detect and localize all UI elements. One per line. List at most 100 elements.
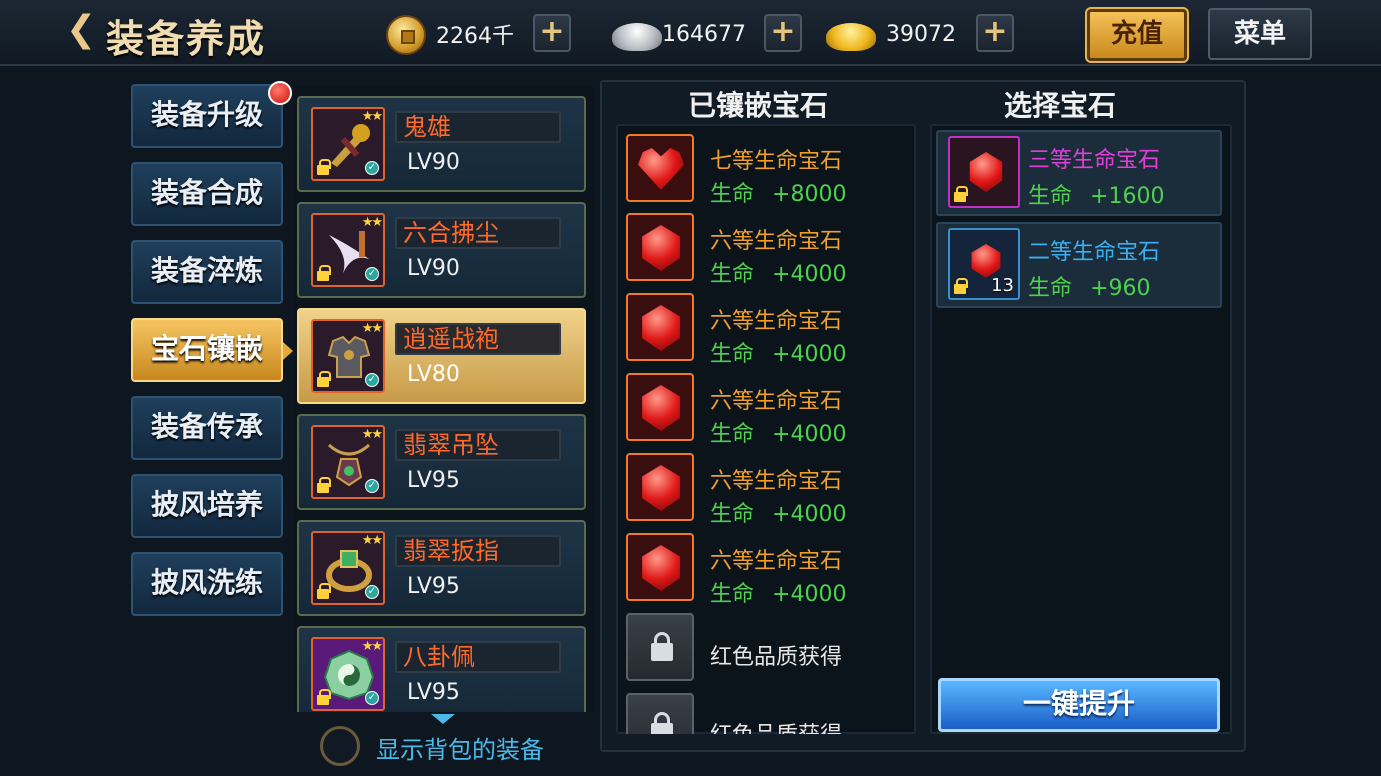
equipment-card[interactable]: ★★ ✓ 鬼雄 LV90	[297, 96, 586, 192]
lock-icon	[651, 632, 673, 661]
select-gem-title: 选择宝石	[1004, 89, 1117, 122]
equipment-card-selected[interactable]: ★★ ✓ 逍遥战袍 LV80	[297, 308, 586, 404]
tab-cape-reroll[interactable]: 披风洗练	[131, 552, 283, 616]
show-bag-checkbox[interactable]	[320, 726, 360, 766]
tab-cape-train[interactable]: 披风培养	[131, 474, 283, 538]
star-icon: ★★	[361, 215, 383, 230]
locked-slot[interactable]	[626, 613, 694, 681]
check-icon: ✓	[365, 585, 379, 599]
add-silver-button[interactable]: +	[764, 14, 802, 52]
copper-coin-icon	[386, 15, 426, 55]
tab-equip-refine[interactable]: 装备淬炼	[131, 240, 283, 304]
select-gem-item[interactable]: 13 二等生命宝石 生命 +960	[936, 222, 1222, 308]
star-icon: ★★	[361, 639, 383, 654]
tab-equip-synthesis[interactable]: 装备合成	[131, 162, 283, 226]
gem-stat: 生命 +4000	[710, 582, 847, 607]
page-title: 装备养成	[106, 16, 267, 61]
check-icon: ✓	[365, 161, 379, 175]
show-bag-label[interactable]: 显示背包的装备	[376, 730, 544, 765]
gem-stat: 生命 +4000	[710, 342, 847, 367]
star-icon: ★★	[361, 321, 383, 336]
check-icon: ✓	[365, 373, 379, 387]
one-click-upgrade-button[interactable]: 一键提升	[938, 678, 1220, 732]
bagua-icon: ★★ ✓	[311, 637, 385, 711]
silver-ingot-icon	[612, 23, 662, 51]
equipment-level: LV90	[407, 150, 460, 175]
star-icon: ★★	[361, 427, 383, 442]
equipment-name: 八卦佩	[395, 641, 561, 673]
star-icon: ★★	[361, 533, 383, 548]
tab-equip-upgrade[interactable]: 装备升级	[131, 84, 283, 148]
red-gem-icon[interactable]	[626, 373, 694, 441]
equipment-name: 逍遥战袍	[395, 323, 561, 355]
locked-slot-hint: 红色品质获得	[710, 717, 842, 734]
gold-ingot-icon	[826, 23, 876, 51]
lock-icon	[317, 477, 331, 493]
select-gem-stat: 生命 +1600	[1028, 184, 1165, 209]
gem-stat: 生命 +4000	[710, 502, 847, 527]
red-gem-icon[interactable]	[626, 293, 694, 361]
gold-amount: 39072	[886, 21, 956, 47]
equipment-level: LV95	[407, 680, 460, 705]
lock-icon	[317, 265, 331, 281]
ring-icon: ★★ ✓	[311, 531, 385, 605]
menu-button[interactable]: 菜单	[1208, 8, 1312, 60]
equipment-name: 翡翠扳指	[395, 535, 561, 567]
back-arrow-icon[interactable]: ❮	[66, 10, 96, 50]
gem-stat: 生命 +4000	[710, 422, 847, 447]
red-gem-icon[interactable]	[626, 213, 694, 281]
select-gem-name: 二等生命宝石	[1028, 240, 1161, 265]
copper-currency: 2264千	[386, 14, 514, 55]
tab-equip-inherit[interactable]: 装备传承	[131, 396, 283, 460]
red-gem-icon[interactable]	[626, 533, 694, 601]
gem-name: 六等生命宝石	[710, 549, 843, 574]
gem-count: 13	[991, 275, 1014, 296]
notification-badge	[268, 81, 292, 105]
gem-name: 六等生命宝石	[710, 469, 843, 494]
equipment-card[interactable]: ★★ ✓ 六合拂尘 LV90	[297, 202, 586, 298]
equipment-level: LV95	[407, 574, 460, 599]
gold-currency: 39072	[826, 14, 956, 54]
gem-name: 六等生命宝石	[710, 389, 843, 414]
equipment-card[interactable]: ★★ ✓ 八卦佩 LV95	[297, 626, 586, 712]
armor-icon: ★★ ✓	[311, 319, 385, 393]
gem-stat: 生命 +8000	[710, 182, 847, 207]
silver-currency: 164677	[612, 14, 746, 54]
pendant-icon: ★★ ✓	[311, 425, 385, 499]
equipment-list[interactable]: ★★ ✓ 鬼雄 LV90 ★★ ✓ 六合拂尘 LV90 ★★ ✓ 逍遥战袍 LV…	[293, 86, 593, 712]
inlaid-gems-title: 已镶嵌宝石	[688, 89, 829, 122]
scroll-down-icon[interactable]	[431, 714, 455, 724]
red-gem-icon: 13	[948, 228, 1020, 300]
gem-name: 六等生命宝石	[710, 229, 843, 254]
equipment-level: LV80	[407, 362, 460, 387]
recharge-button[interactable]: 充值	[1085, 7, 1189, 63]
select-gem-stat: 生命 +960	[1028, 276, 1151, 301]
lock-icon	[317, 689, 331, 705]
gem-stat: 生命 +4000	[710, 262, 847, 287]
check-icon: ✓	[365, 691, 379, 705]
tab-gem-inlay[interactable]: 宝石镶嵌	[131, 318, 293, 382]
whisk-icon: ★★ ✓	[311, 213, 385, 287]
lock-icon	[317, 159, 331, 175]
locked-slot-hint: 红色品质获得	[710, 645, 843, 670]
check-icon: ✓	[365, 267, 379, 281]
lock-icon	[317, 371, 331, 387]
lock-icon	[317, 583, 331, 599]
equipment-name: 翡翠吊坠	[395, 429, 561, 461]
equipment-card[interactable]: ★★ ✓ 翡翠吊坠 LV95	[297, 414, 586, 510]
locked-slot[interactable]	[626, 693, 694, 734]
equipment-level: LV90	[407, 256, 460, 281]
silver-amount: 164677	[662, 21, 746, 47]
select-gem-item[interactable]: 三等生命宝石 生命 +1600	[936, 130, 1222, 216]
equipment-card[interactable]: ★★ ✓ 翡翠扳指 LV95	[297, 520, 586, 616]
equipment-level: LV95	[407, 468, 460, 493]
weapon-icon: ★★ ✓	[311, 107, 385, 181]
red-gem-icon[interactable]	[626, 453, 694, 521]
heart-gem-icon[interactable]	[626, 134, 694, 202]
select-gem-name: 三等生命宝石	[1028, 148, 1161, 173]
add-copper-button[interactable]: +	[533, 14, 571, 52]
add-gold-button[interactable]: +	[976, 14, 1014, 52]
lock-icon	[651, 712, 673, 734]
lock-icon	[954, 278, 968, 294]
lock-icon	[954, 186, 968, 202]
